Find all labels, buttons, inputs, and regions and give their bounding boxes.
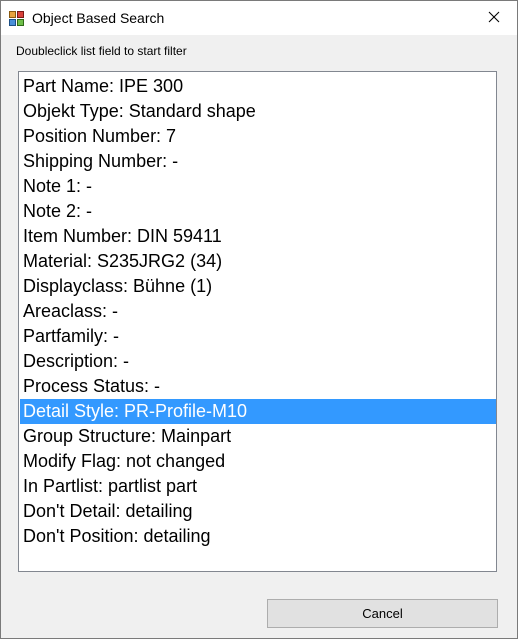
title-bar[interactable]: Object Based Search (1, 1, 517, 35)
list-item[interactable]: Description: - (20, 349, 496, 374)
list-item[interactable]: Don't Position: detailing (20, 524, 496, 549)
instruction-label: Doubleclick list field to start filter (16, 44, 187, 58)
list-item[interactable]: Group Structure: Mainpart (20, 424, 496, 449)
list-item[interactable]: Material: S235JRG2 (34) (20, 249, 496, 274)
list-item[interactable]: Shipping Number: - (20, 149, 496, 174)
list-item[interactable]: Don't Detail: detailing (20, 499, 496, 524)
object-based-search-dialog: Object Based Search Doubleclick list fie… (0, 0, 518, 639)
close-button[interactable] (471, 1, 517, 33)
list-item[interactable]: Objekt Type: Standard shape (20, 99, 496, 124)
close-icon (488, 11, 500, 23)
window-title: Object Based Search (32, 10, 165, 26)
list-item[interactable]: Process Status: - (20, 374, 496, 399)
list-item[interactable]: Note 2: - (20, 199, 496, 224)
list-item[interactable]: Part Name: IPE 300 (20, 74, 496, 99)
list-item[interactable]: Detail Style: PR-Profile-M10 (20, 399, 496, 424)
list-item[interactable]: Position Number: 7 (20, 124, 496, 149)
cancel-button[interactable]: Cancel (267, 599, 498, 628)
list-item[interactable]: Partfamily: - (20, 324, 496, 349)
list-item[interactable]: Displayclass: Bühne (1) (20, 274, 496, 299)
list-item[interactable]: Areaclass: - (20, 299, 496, 324)
app-icon (9, 11, 24, 26)
attribute-listbox[interactable]: Part Name: IPE 300 Objekt Type: Standard … (18, 71, 497, 572)
list-item[interactable]: In Partlist: partlist part (20, 474, 496, 499)
list-item[interactable]: Note 1: - (20, 174, 496, 199)
list-item[interactable]: Modify Flag: not changed (20, 449, 496, 474)
list-item[interactable]: Item Number: DIN 59411 (20, 224, 496, 249)
